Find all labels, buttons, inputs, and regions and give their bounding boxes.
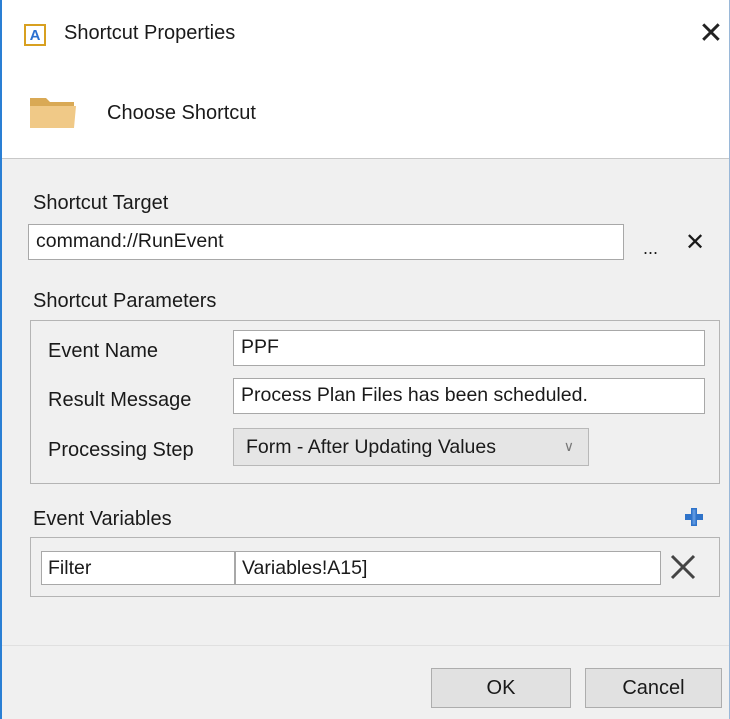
clear-target-icon[interactable]: ✕	[682, 228, 708, 258]
result-message-input[interactable]: Process Plan Files has been scheduled.	[233, 378, 705, 414]
event-name-input[interactable]: PPF	[233, 330, 705, 366]
cancel-button[interactable]: Cancel	[585, 668, 722, 708]
variable-name-cell[interactable]: Filter	[41, 551, 235, 585]
browse-ellipsis-icon[interactable]: ...	[643, 238, 658, 259]
shortcut-parameters-label: Shortcut Parameters	[33, 290, 217, 312]
footer-divider	[2, 645, 729, 646]
chevron-down-icon: ∨	[563, 438, 574, 454]
processing-step-select[interactable]: Form - After Updating Values ∨	[233, 428, 589, 466]
dialog-title: Shortcut Properties	[64, 22, 236, 44]
processing-step-value: Form - After Updating Values	[246, 436, 496, 458]
header-divider	[2, 158, 729, 159]
close-icon[interactable]: ✕	[693, 16, 729, 52]
event-variables-label: Event Variables	[33, 508, 172, 530]
app-icon: A	[24, 24, 46, 46]
shortcut-target-input[interactable]: command://RunEvent	[28, 224, 624, 260]
folder-icon	[30, 98, 76, 128]
plus-icon[interactable]	[683, 506, 705, 528]
dialog-subtitle: Choose Shortcut	[107, 102, 256, 124]
shortcut-target-label: Shortcut Target	[33, 192, 169, 214]
event-name-label: Event Name	[48, 340, 159, 362]
processing-step-label: Processing Step	[48, 439, 194, 461]
delete-row-icon[interactable]	[666, 550, 700, 584]
result-message-label: Result Message	[48, 389, 192, 411]
variable-value-cell[interactable]: Variables!A15]	[235, 551, 661, 585]
ok-button[interactable]: OK	[431, 668, 571, 708]
app-icon-letter: A	[29, 26, 41, 44]
